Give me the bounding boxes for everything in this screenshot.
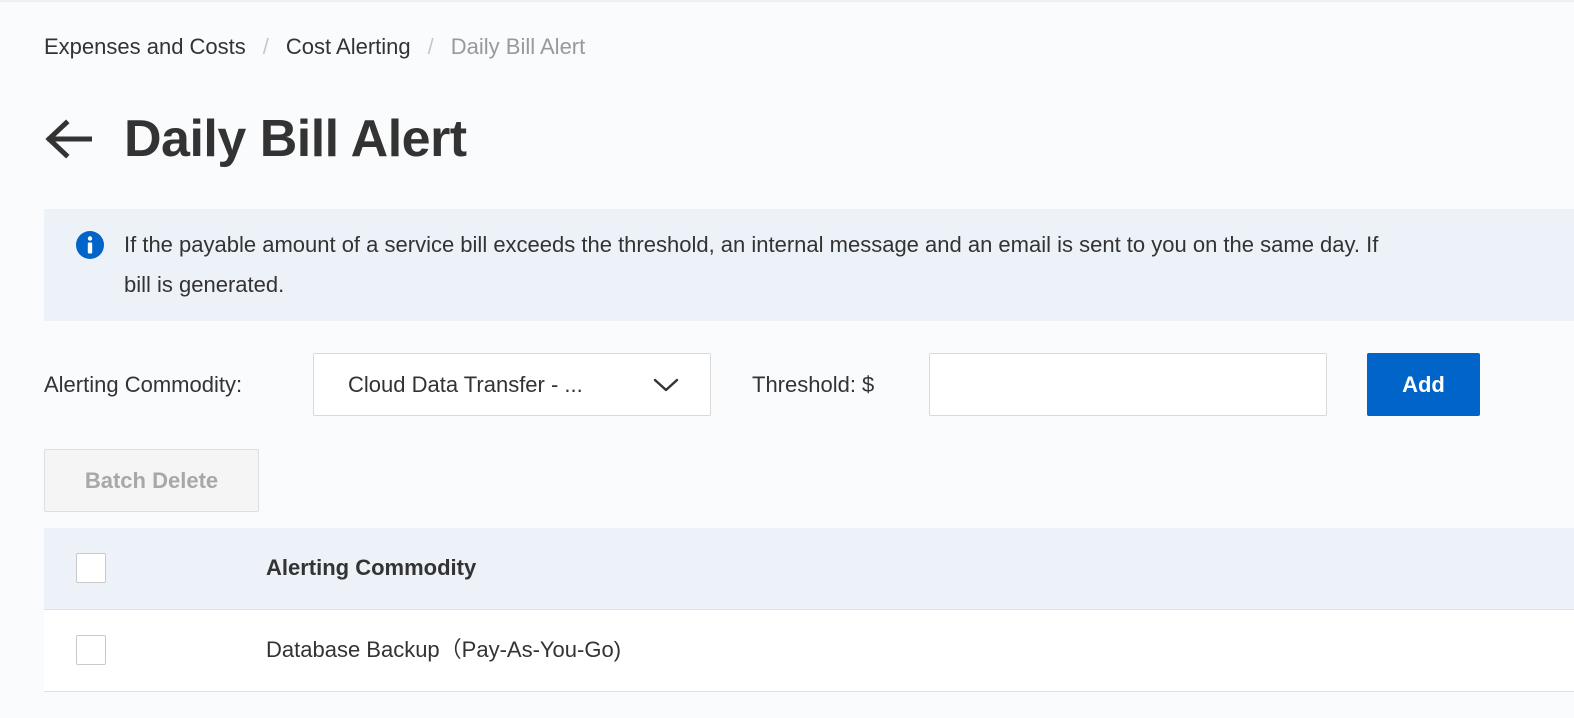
threshold-label: Threshold: $	[752, 372, 875, 397]
breadcrumb-separator: /	[262, 34, 269, 59]
page-title: Daily Bill Alert	[124, 110, 467, 168]
row-commodity-cell: Database Backup（Pay-As-You-Go)	[266, 637, 622, 662]
breadcrumb-daily-bill-alert: Daily Bill Alert	[450, 34, 586, 59]
alert-table: Alerting Commodity Database Backup（Pay-A…	[44, 528, 1574, 692]
select-all-checkbox[interactable]	[76, 553, 106, 583]
threshold-input[interactable]	[929, 353, 1327, 416]
commodity-select[interactable]: Cloud Data Transfer - ...	[313, 353, 711, 416]
table-row: Database Backup（Pay-As-You-Go)	[44, 610, 1574, 692]
commodity-label: Alerting Commodity:	[44, 372, 243, 397]
row-checkbox[interactable]	[76, 635, 106, 665]
chevron-down-icon	[652, 374, 680, 396]
notice-text: If the payable amount of a service bill …	[124, 225, 1574, 305]
info-icon	[76, 231, 104, 259]
breadcrumb: Expenses and Costs / Cost Alerting / Dai…	[44, 30, 585, 64]
arrow-left-icon[interactable]	[44, 119, 93, 159]
breadcrumb-cost-alerting[interactable]: Cost Alerting	[286, 34, 411, 60]
add-button[interactable]: Add	[1367, 353, 1480, 416]
breadcrumb-separator: /	[427, 34, 434, 59]
notice-line-2: bill is generated.	[124, 272, 285, 297]
breadcrumb-expenses-and-costs[interactable]: Expenses and Costs	[44, 34, 246, 60]
top-divider	[0, 0, 1574, 2]
notice-line-1: If the payable amount of a service bill …	[124, 232, 1379, 257]
batch-delete-button[interactable]: Batch Delete	[44, 449, 259, 512]
table-header: Alerting Commodity	[44, 528, 1574, 610]
page-header: Daily Bill Alert	[44, 106, 467, 172]
info-notice: If the payable amount of a service bill …	[44, 209, 1574, 321]
column-header-alerting-commodity: Alerting Commodity	[266, 555, 477, 580]
commodity-select-value: Cloud Data Transfer - ...	[348, 371, 583, 397]
